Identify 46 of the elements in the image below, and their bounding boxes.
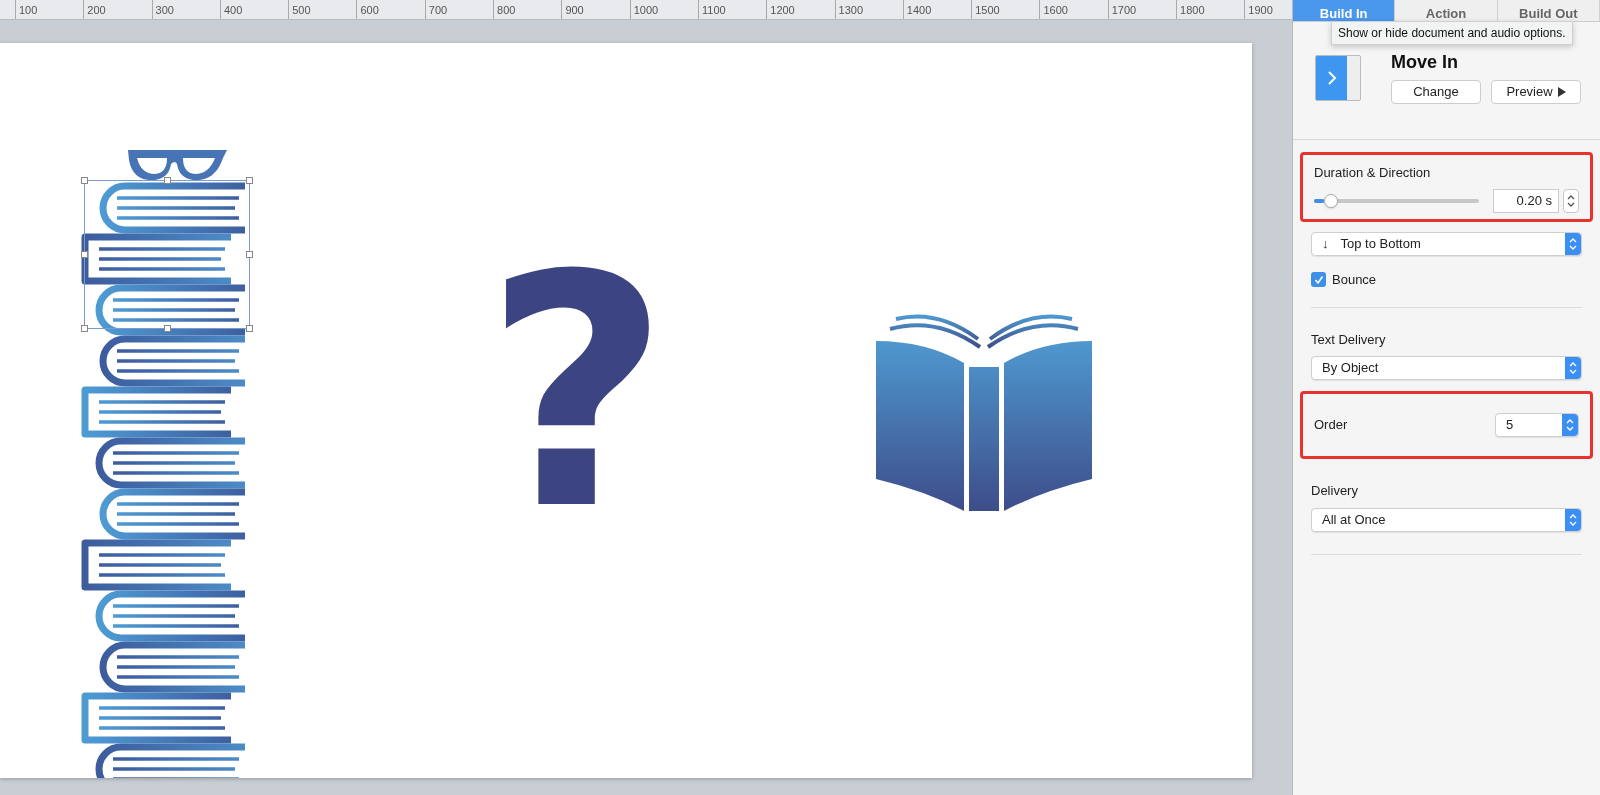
text-delivery-dropdown[interactable]: By Object: [1311, 356, 1582, 380]
ruler-label: 1300: [834, 0, 903, 19]
effect-name: Move In: [1391, 52, 1459, 72]
selection-frame[interactable]: [84, 180, 250, 329]
ruler-label: 700: [424, 0, 494, 19]
ruler-label: 800: [493, 0, 562, 19]
ruler-label: 1700: [1107, 0, 1177, 19]
order-dropdown[interactable]: 5: [1495, 413, 1579, 437]
tooltip: Show or hide document and audio options.: [1331, 21, 1573, 45]
ruler-label: 300: [151, 0, 220, 19]
check-icon: [1313, 274, 1324, 285]
tab[interactable]: Build Out: [1497, 0, 1600, 21]
duration-field[interactable]: 0.20 s: [1493, 188, 1559, 213]
effect-thumbnail-icon: [1315, 55, 1361, 101]
section-title: Text Delivery: [1311, 330, 1387, 349]
stepper-icon: [1562, 414, 1578, 436]
ruler-label: 1600: [1039, 0, 1108, 19]
ruler-label: 900: [561, 0, 630, 19]
ruler-label: 1500: [971, 0, 1040, 19]
section-title: Delivery: [1311, 482, 1359, 500]
ruler-label: 600: [356, 0, 425, 19]
play-icon: [1557, 87, 1566, 97]
direction-dropdown[interactable]: ↓ Top to Bottom: [1311, 231, 1582, 256]
stepper-icon: [1565, 232, 1581, 255]
preview-button[interactable]: Preview: [1491, 80, 1581, 104]
delivery-dropdown[interactable]: All at Once: [1311, 507, 1582, 532]
stepper-icon: [1565, 357, 1581, 379]
ruler-label: 1400: [902, 0, 972, 19]
bounce-checkbox[interactable]: [1311, 272, 1326, 287]
ruler-label: 1000: [629, 0, 698, 19]
tab[interactable]: Action: [1395, 0, 1498, 21]
ruler-label: 1100: [697, 0, 767, 19]
question-mark: ?: [484, 233, 670, 553]
section-title: Order: [1314, 416, 1348, 435]
ruler-label: 500: [288, 0, 357, 19]
ruler-label: 400: [219, 0, 289, 19]
change-button[interactable]: Change: [1391, 80, 1481, 104]
stepper-icon: [1565, 508, 1581, 531]
ruler-label: 1200: [766, 0, 835, 19]
ruler-label: 100: [15, 0, 84, 19]
checkbox-label: Bounce: [1332, 270, 1377, 289]
section-title: Duration & Direction: [1314, 164, 1432, 182]
ruler-label: 200: [83, 0, 152, 19]
duration-slider[interactable]: [1314, 193, 1479, 208]
stepper-icon: [1563, 188, 1579, 213]
ruler-label: 1800: [1176, 0, 1245, 19]
